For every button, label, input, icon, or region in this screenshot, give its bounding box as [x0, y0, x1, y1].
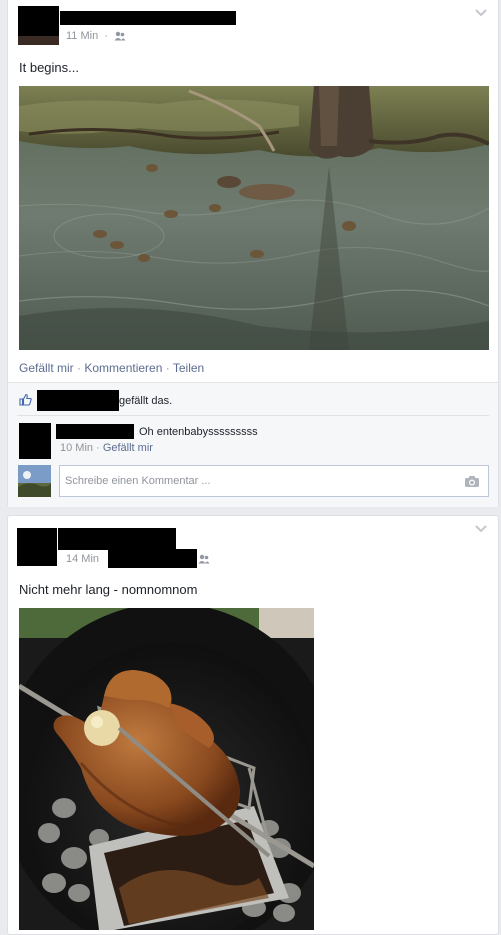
camera-icon[interactable] — [464, 475, 480, 488]
comment-text: Oh entenbabysssssssss — [139, 426, 258, 438]
likes-summary: gefällt das. — [119, 395, 173, 407]
post-text: It begins... — [19, 60, 79, 75]
like-link[interactable]: Gefällt mir — [19, 361, 74, 375]
divider — [17, 415, 489, 416]
profile-photo-thumbnail — [18, 465, 51, 497]
post-photo[interactable] — [19, 86, 489, 350]
commenter-name-redacted[interactable] — [56, 424, 134, 439]
timestamp[interactable]: 14 Min — [66, 553, 99, 565]
friends-icon[interactable] — [114, 31, 126, 41]
chevron-down-icon[interactable] — [474, 8, 488, 18]
feedback-section: gefällt das. Oh entenbabysssssssss 10 Mi… — [8, 382, 498, 507]
timestamp[interactable]: 11 Min — [66, 30, 98, 42]
friends-icon[interactable] — [198, 554, 210, 564]
comment-input-placeholder: Schreibe einen Kommentar ... — [65, 475, 211, 487]
share-link[interactable]: Teilen — [173, 361, 204, 375]
chevron-down-icon[interactable] — [474, 524, 488, 534]
liker-name-redacted[interactable] — [37, 390, 119, 411]
current-user-avatar[interactable] — [18, 465, 51, 497]
comment-timestamp[interactable]: 10 Min — [60, 442, 93, 454]
post-actions: Gefällt mir · Kommentieren · Teilen — [19, 361, 205, 375]
comment-link[interactable]: Kommentieren — [84, 361, 162, 375]
post-text: Nicht mehr lang - nomnomnom — [19, 582, 198, 597]
comment-meta: 10 Min · Gefällt mir — [60, 442, 153, 454]
post-meta: 11 Min · — [66, 30, 126, 42]
comment-input[interactable]: Schreibe einen Kommentar ... — [59, 465, 489, 497]
audience-redacted[interactable] — [108, 549, 197, 568]
author-name-redacted[interactable] — [60, 11, 236, 25]
feed-post: 11 Min · It begins... Gefällt mir · Komm… — [7, 0, 499, 507]
author-avatar[interactable] — [17, 528, 57, 566]
thumbs-up-icon — [19, 393, 32, 406]
ducklings-pond-image — [19, 86, 489, 350]
rotisserie-chicken-image — [19, 608, 314, 930]
post-meta: 14 Min — [66, 553, 99, 565]
feed-post: 14 Min Nicht mehr lang - nomnomnom — [7, 515, 499, 935]
comment-like-link[interactable]: Gefällt mir — [103, 442, 153, 454]
author-avatar[interactable] — [18, 6, 59, 45]
author-name-redacted[interactable] — [58, 528, 176, 550]
commenter-avatar[interactable] — [19, 423, 51, 459]
post-photo[interactable] — [19, 608, 314, 930]
